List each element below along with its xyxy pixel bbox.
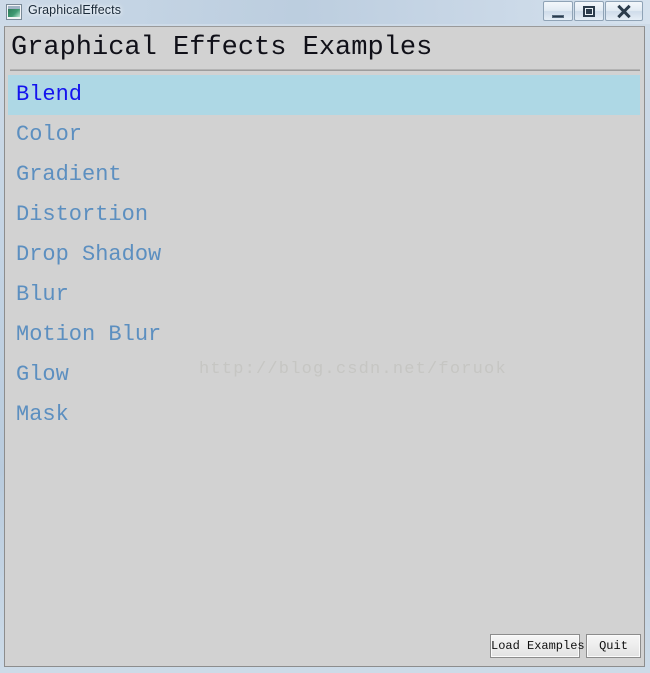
list-item-drop-shadow[interactable]: Drop Shadow (8, 235, 640, 275)
list-item-label: Gradient (16, 162, 122, 187)
list-item-gradient[interactable]: Gradient (8, 155, 640, 195)
application-window-icon (6, 4, 22, 20)
window-titlebar[interactable]: GraphicalEffects (0, 0, 650, 24)
list-item-glow[interactable]: Glow (8, 355, 640, 395)
close-icon (606, 2, 642, 20)
load-examples-button[interactable]: Load Examples (490, 634, 585, 658)
application-window: GraphicalEffects Graphical Effects Examp… (0, 0, 650, 673)
list-item-label: Blend (16, 82, 83, 107)
list-item-label: Blur (16, 282, 69, 307)
list-item-label: Mask (16, 402, 69, 427)
window-title: GraphicalEffects (28, 3, 122, 17)
list-item-color[interactable]: Color (8, 115, 640, 155)
restore-icon (575, 2, 603, 20)
list-item-blend[interactable]: Blend (8, 75, 640, 115)
title-divider (10, 69, 640, 71)
maximize-button[interactable] (574, 1, 604, 21)
dialog-button-bar: Load Examples Quit (5, 633, 644, 659)
list-item-label: Drop Shadow (16, 242, 162, 267)
list-item-label: Motion Blur (16, 322, 162, 347)
list-item-distortion[interactable]: Distortion (8, 195, 640, 235)
window-client-area: Graphical Effects Examples Blend Color G… (4, 26, 645, 667)
list-item-label: Color (16, 122, 83, 147)
list-item-mask[interactable]: Mask (8, 395, 640, 435)
close-button[interactable] (605, 1, 643, 21)
quit-button[interactable]: Quit (586, 634, 641, 658)
list-item-motion-blur[interactable]: Motion Blur (8, 315, 640, 355)
list-item-label: Glow (16, 362, 69, 387)
minimize-icon (544, 2, 572, 20)
list-item-blur[interactable]: Blur (8, 275, 640, 315)
app-icon-body (8, 9, 20, 17)
list-item-label: Distortion (16, 202, 149, 227)
minimize-button[interactable] (543, 1, 573, 21)
page-title: Graphical Effects Examples (11, 33, 433, 63)
effects-list[interactable]: Blend Color Gradient Distortion Drop Sha… (8, 75, 640, 435)
